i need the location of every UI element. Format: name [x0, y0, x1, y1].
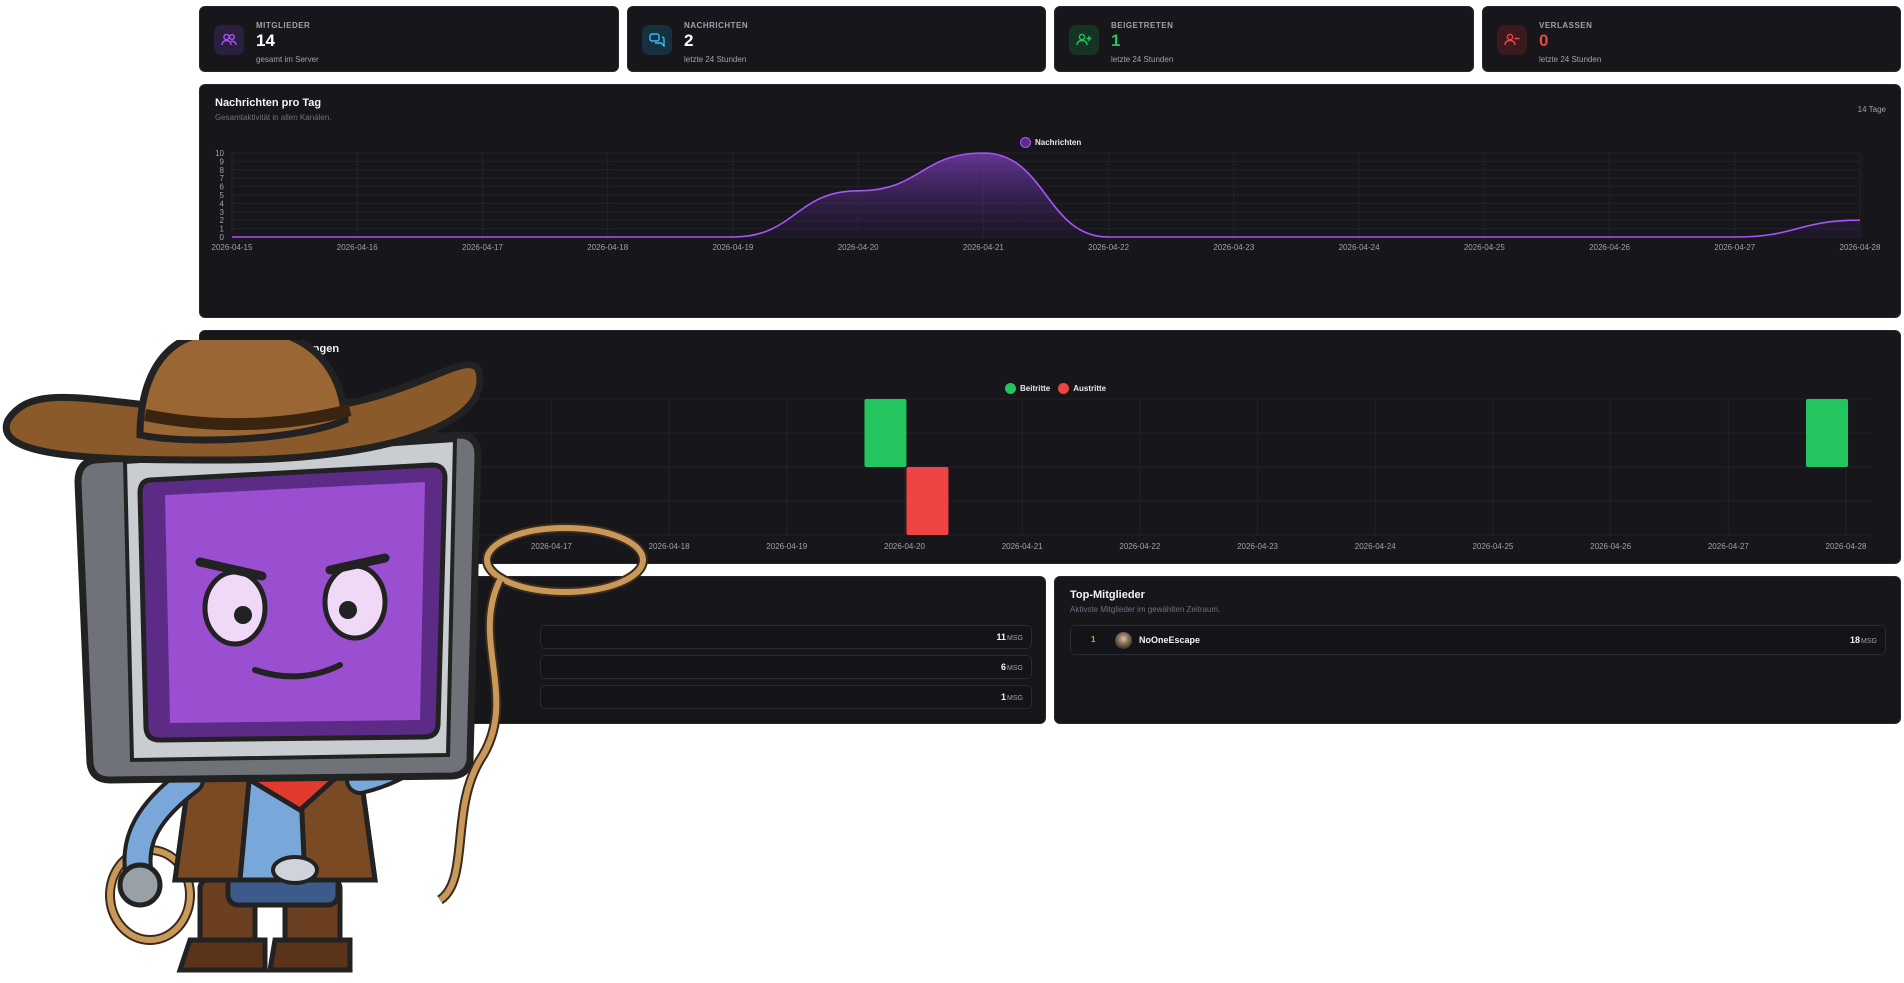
stat-value: 0 [1539, 31, 1549, 50]
stat-label: NACHRICHTEN [684, 21, 749, 30]
stat-card-left: VERLASSEN 0 letzte 24 Stunden [1482, 6, 1901, 72]
y-tick-label: 6 [220, 183, 225, 192]
top-members-panel: Top-Mitglieder Aktivste Mitglieder im ge… [1054, 576, 1901, 724]
stat-sub: letzte 24 Stunden [1539, 55, 1602, 64]
x-tick-label: 2026-04-26 [1589, 243, 1630, 252]
member-row[interactable]: 1 NoOneEscape 18MSG [1070, 625, 1886, 655]
y-tick-label: 8 [220, 166, 225, 175]
stat-sub: letzte 24 Stunden [1111, 55, 1174, 64]
user-plus-icon [1069, 25, 1099, 55]
y-tick-label: 10 [215, 149, 224, 158]
channel-count: 11MSG [996, 632, 1023, 642]
x-tick-label: 2026-04-23 [1213, 243, 1254, 252]
x-tick-label: 2026-04-26 [1590, 542, 1631, 551]
x-tick-label: 2026-04-24 [1355, 542, 1396, 551]
stat-card-members: MITGLIEDER 14 gesamt im Server [199, 6, 619, 72]
x-tick-label: 2026-04-27 [1708, 542, 1749, 551]
users-icon [214, 25, 244, 55]
chat-icon [642, 25, 672, 55]
x-tick-label: 2026-04-24 [1339, 243, 1380, 252]
x-tick-label: 2026-04-21 [1002, 542, 1043, 551]
bar-austritte [906, 467, 949, 535]
y-tick-label: 7 [220, 174, 225, 183]
channel-count: 6MSG [1001, 662, 1023, 672]
stat-value: 14 [256, 31, 275, 50]
y-tick-label: 9 [220, 157, 225, 166]
x-tick-label: 2026-04-28 [1826, 542, 1867, 551]
panel-title: Top-Mitglieder [1070, 589, 1145, 601]
x-tick-label: 2026-04-15 [212, 243, 253, 252]
cowboy-monitor-mascot-icon [2, 340, 648, 973]
y-tick-label: 0 [220, 233, 225, 242]
x-tick-label: 2026-04-20 [884, 542, 925, 551]
y-tick-label: 5 [220, 191, 225, 200]
user-minus-icon [1497, 25, 1527, 55]
stat-label: BEIGETRETEN [1111, 21, 1174, 30]
x-tick-label: 2026-04-23 [1237, 542, 1278, 551]
stat-sub: gesamt im Server [256, 55, 319, 64]
messages-area-chart: 012345678910 2026-04-15 2026-04-16 2026-04-… [212, 149, 1881, 252]
member-rank: 1 [1091, 635, 1096, 644]
x-tick-label: 2026-04-16 [337, 243, 378, 252]
stat-value: 2 [684, 31, 694, 50]
stat-card-joined: BEIGETRETEN 1 letzte 24 Stunden [1054, 6, 1474, 72]
x-tick-label: 2026-04-17 [462, 243, 503, 252]
x-tick-label: 2026-04-19 [712, 243, 753, 252]
panel-subtitle: Aktivste Mitglieder im gewählten Zeitrau… [1070, 605, 1221, 614]
messages-chart-panel: Nachrichten pro Tag Gesamtaktivität in a… [199, 84, 1901, 318]
x-tick-label: 2026-04-21 [963, 243, 1004, 252]
x-tick-label: 2026-04-22 [1119, 542, 1160, 551]
stat-label: VERLASSEN [1539, 21, 1593, 30]
stat-label: MITGLIEDER [256, 21, 311, 30]
x-tick-label: 2026-04-25 [1472, 542, 1513, 551]
channel-count: 1MSG [1001, 692, 1023, 702]
x-tick-label: 2026-04-20 [838, 243, 879, 252]
stat-value: 1 [1111, 31, 1121, 50]
member-name: NoOneEscape [1139, 635, 1201, 645]
x-tick-label: 2026-04-18 [587, 243, 628, 252]
stat-sub: letzte 24 Stunden [684, 55, 747, 64]
y-tick-label: 2 [220, 216, 225, 225]
x-tick-label: 2026-04-19 [766, 542, 807, 551]
x-tick-label: 2026-04-22 [1088, 243, 1129, 252]
bar-beitritte [864, 399, 907, 467]
y-tick-label: 1 [220, 225, 225, 234]
y-tick-label: 4 [220, 199, 225, 208]
bar-beitritte [1806, 399, 1848, 467]
x-tick-label: 2026-04-28 [1840, 243, 1881, 252]
stat-card-messages: NACHRICHTEN 2 letzte 24 Stunden [627, 6, 1046, 72]
member-count: 18MSG [1850, 635, 1877, 645]
avatar [1115, 632, 1132, 649]
x-tick-label: 2026-04-27 [1714, 243, 1755, 252]
x-tick-label: 2026-04-25 [1464, 243, 1505, 252]
y-tick-label: 3 [220, 208, 225, 217]
